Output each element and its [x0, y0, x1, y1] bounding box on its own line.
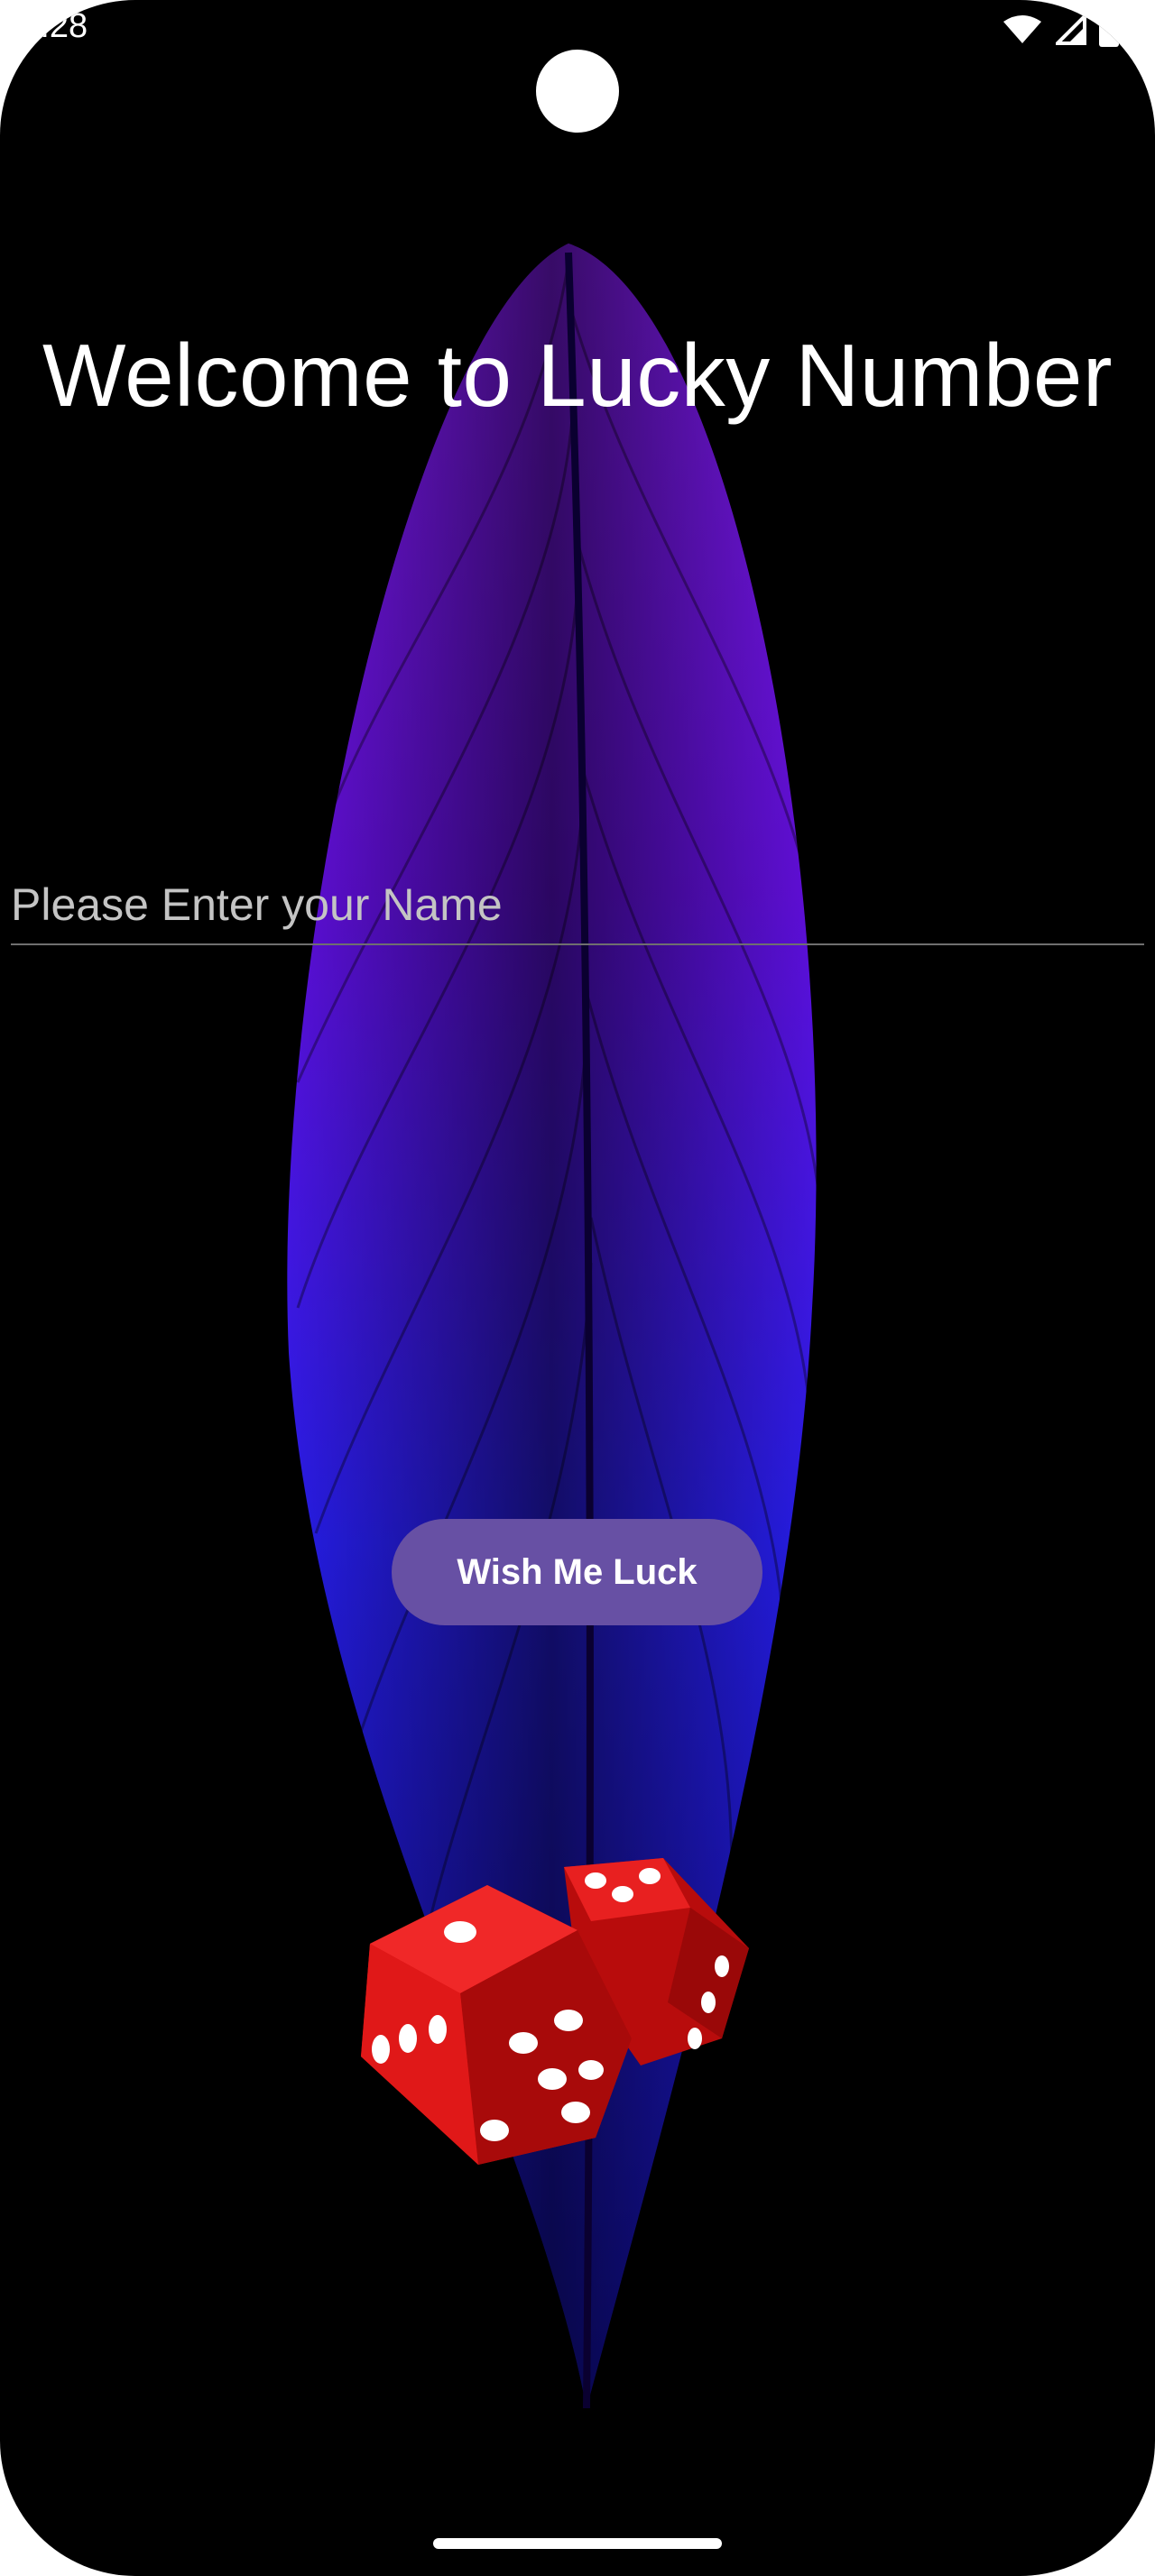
- dice-image: [361, 1858, 749, 2165]
- wifi-icon: [1003, 15, 1041, 43]
- phone-screen: 10:28 Welcome to Lucky Number Please Ent…: [0, 0, 1155, 2576]
- battery-icon: [1099, 13, 1119, 47]
- wish-me-luck-button[interactable]: Wish Me Luck: [392, 1519, 762, 1625]
- camera-cutout: [536, 50, 619, 133]
- name-field[interactable]: [11, 868, 1144, 945]
- name-input[interactable]: [11, 868, 1144, 942]
- signal-icon: [1056, 14, 1086, 45]
- status-icons: [1002, 13, 1119, 47]
- page-title: Welcome to Lucky Number: [42, 326, 1113, 425]
- home-indicator[interactable]: [433, 2538, 722, 2549]
- status-time: 10:28: [2, 7, 88, 45]
